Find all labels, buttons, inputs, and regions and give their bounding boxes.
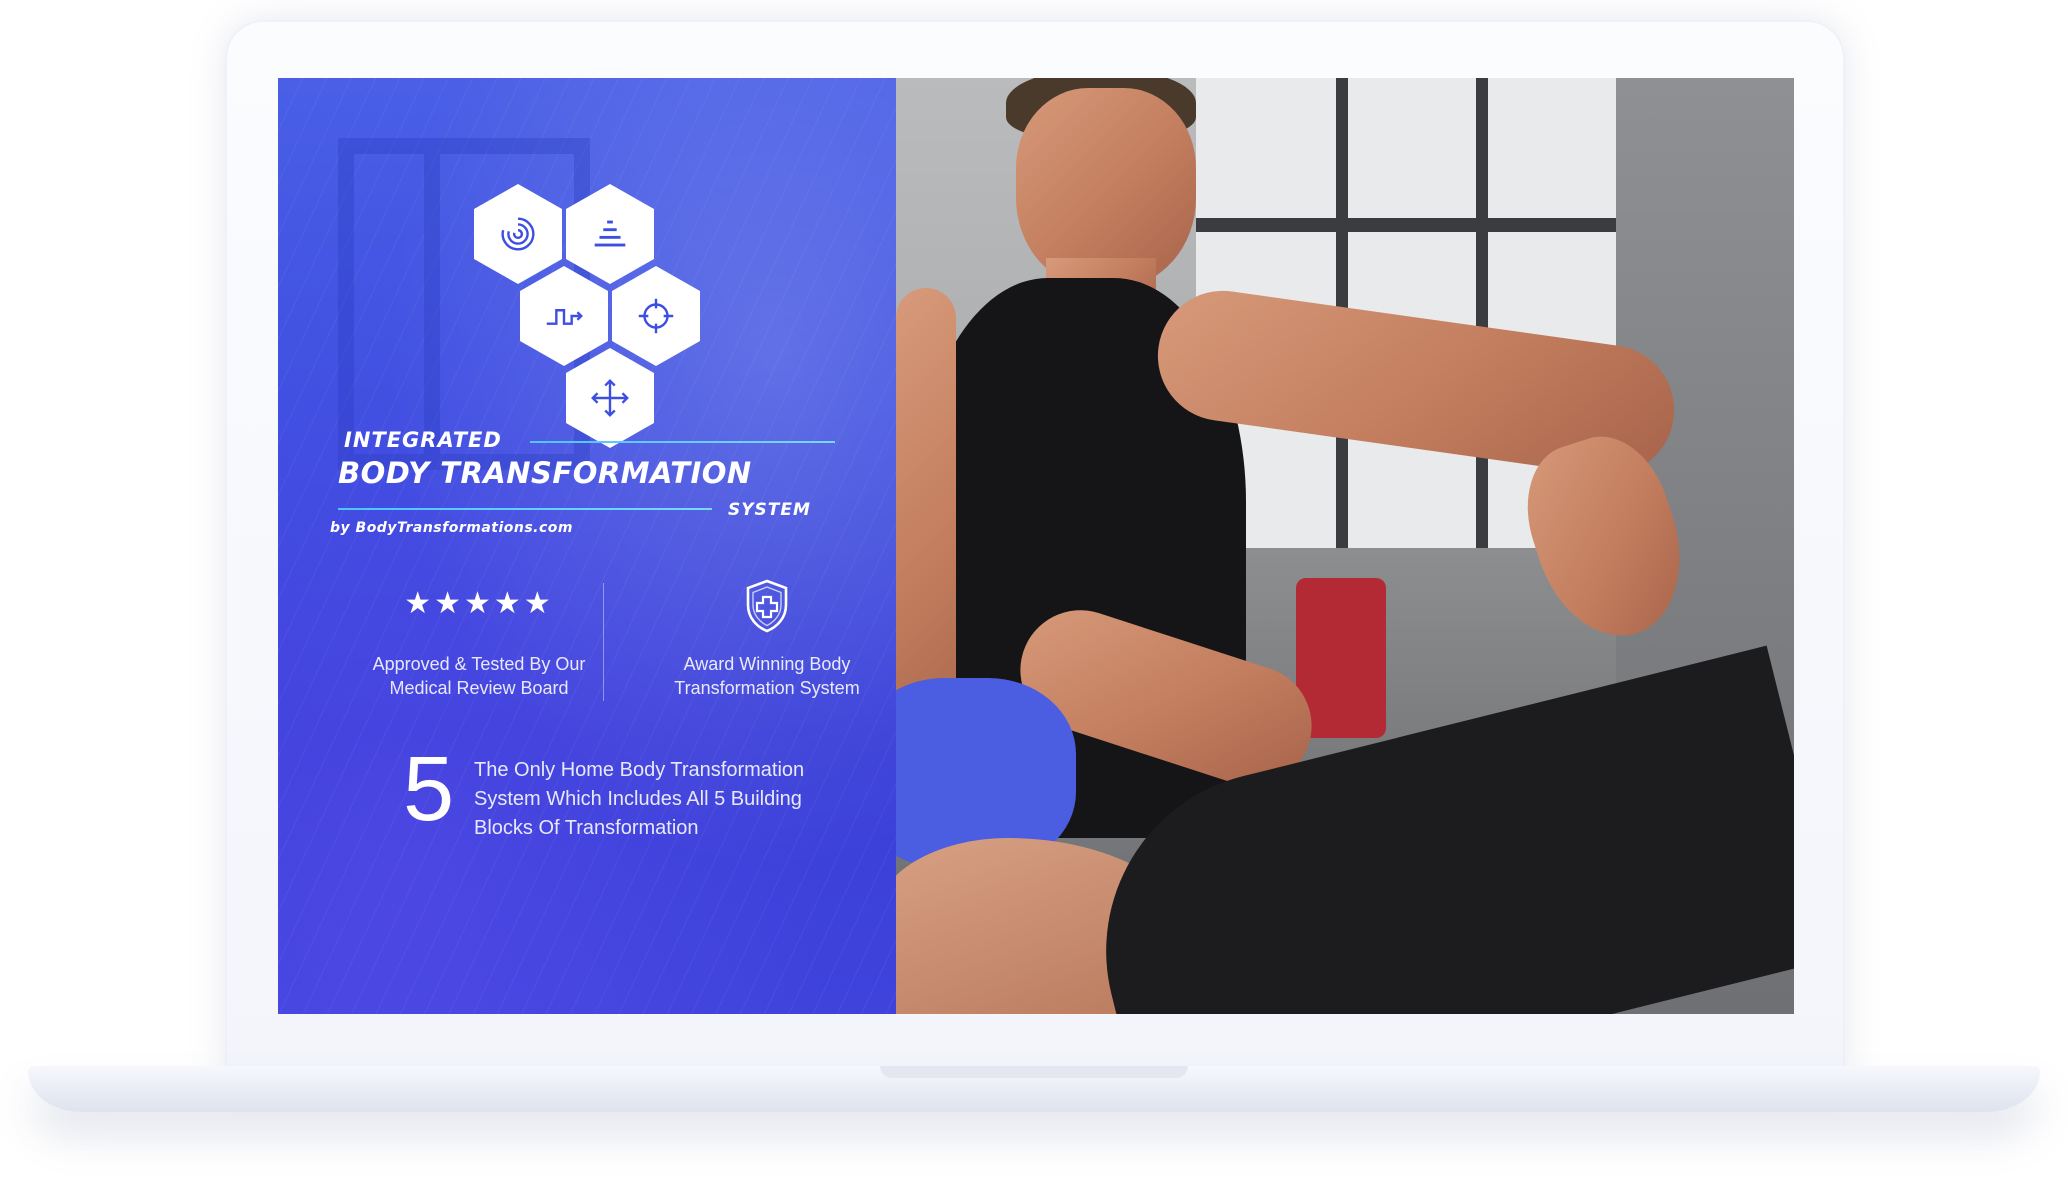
feature-award-winning: Award Winning Body Transformation System [642,578,892,700]
shield-plus-icon [746,579,788,633]
five-stars-icon: ★★★★★ [404,587,554,620]
logo-system-text: SYSTEM [728,500,811,520]
window-mullion-2 [1476,78,1488,548]
feature-medical-approval: ★★★★★ Approved & Tested By Our Medical R… [354,586,604,700]
hero-photo [896,78,1794,1014]
feature-award-text: Award Winning Body Transformation System [674,654,860,698]
laptop-notch [880,1066,1188,1078]
logo-title: BODY TRANSFORMATION [338,456,752,490]
logo-divider-top [530,441,835,443]
highlight-text: The Only Home Body Transformation System… [474,759,805,839]
logo-divider-bottom [338,508,712,510]
highlight-number: 5 [403,738,455,840]
feature-medical-text: Approved & Tested By Our Medical Review … [372,654,586,698]
feature-divider [603,583,604,701]
window-beam [1196,218,1616,232]
logo-integrated-text: INTEGRATED [344,428,502,452]
brand-panel: INTEGRATED BODY TRANSFORMATION SYSTEM by… [278,78,896,1014]
page: INTEGRATED BODY TRANSFORMATION SYSTEM by… [0,0,2068,1198]
laptop-screen: INTEGRATED BODY TRANSFORMATION SYSTEM by… [278,78,1794,1014]
logo-byline: by BodyTransformations.com [330,520,574,536]
